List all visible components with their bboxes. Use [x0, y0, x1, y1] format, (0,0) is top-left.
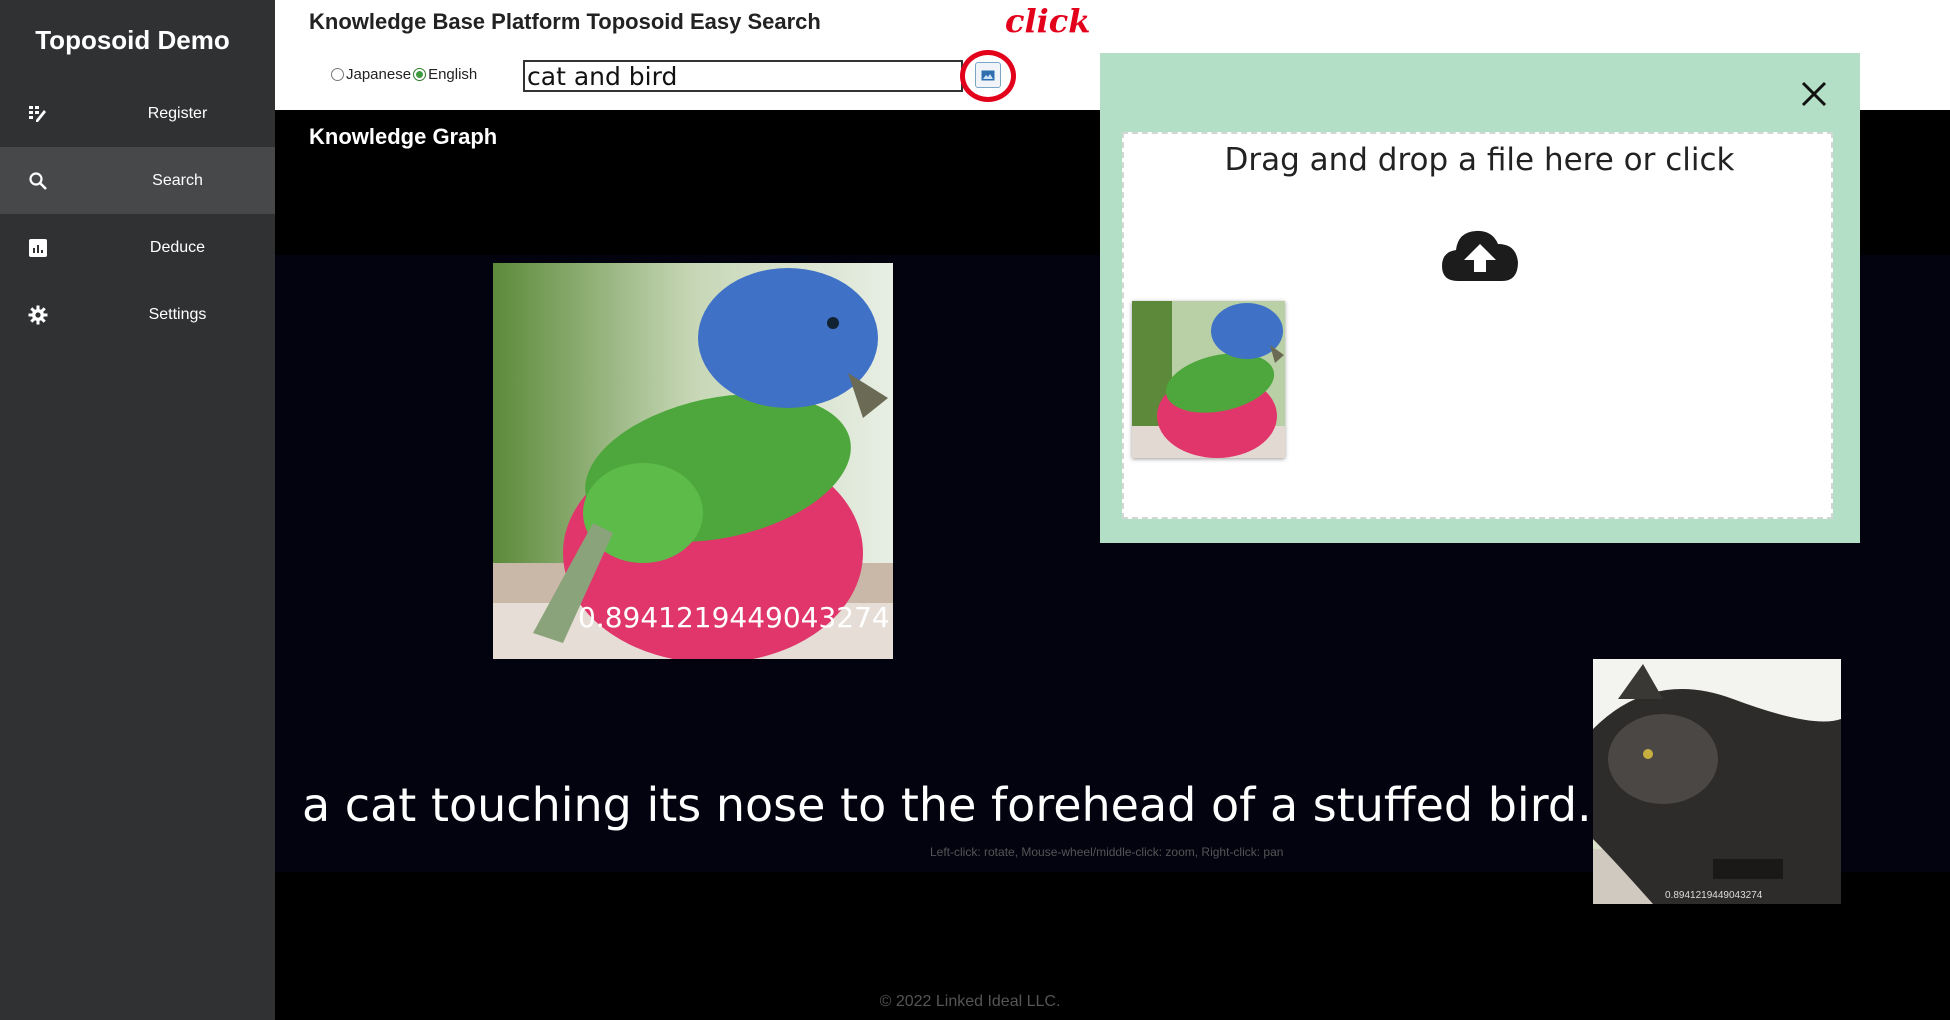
click-highlight-ring — [960, 50, 1016, 102]
page-title: Knowledge Base Platform Toposoid Easy Se… — [309, 9, 821, 34]
app-title: Toposoid Demo — [35, 24, 230, 55]
sidebar-item-label: Settings — [148, 305, 207, 323]
graph-title: Knowledge Graph — [309, 124, 498, 149]
sidebar-item-deduce[interactable]: Deduce — [0, 214, 275, 281]
graph-node-cat-image[interactable]: 0.8941219449043274 — [1593, 659, 1841, 904]
cat-image — [1593, 659, 1841, 904]
search-icon — [29, 171, 47, 190]
radio-japanese-label[interactable]: Japanese — [346, 66, 411, 83]
graph-controls-hint: Left-click: rotate, Mouse-wheel/middle-c… — [930, 845, 1284, 859]
file-dropzone[interactable]: Drag and drop a file here or click — [1122, 132, 1833, 519]
bar-chart-icon — [29, 238, 47, 257]
gear-icon — [28, 305, 48, 324]
stuffed-bird-thumbnail — [1132, 301, 1285, 458]
stuffed-bird-image — [493, 263, 893, 663]
sidebar-item-search[interactable]: Search — [0, 147, 275, 214]
click-annotation: click — [1005, 2, 1091, 40]
sidebar: Toposoid Demo Register Search Deduce Set… — [0, 0, 275, 1020]
dropzone-text: Drag and drop a file here or click — [1224, 142, 1735, 178]
uploaded-image-preview[interactable] — [1132, 301, 1285, 458]
radio-japanese[interactable] — [331, 68, 344, 81]
image-upload-modal: Drag and drop a file here or click — [1100, 53, 1860, 543]
radio-english-label[interactable]: English — [428, 66, 477, 83]
graph-caption: a cat touching its nose to the forehead … — [302, 778, 1592, 832]
sidebar-item-register[interactable]: Register — [0, 80, 275, 147]
search-input[interactable] — [523, 60, 963, 92]
footer-copyright: © 2022 Linked Ideal LLC. — [879, 993, 1061, 1010]
node-score-label: 0.8941219449043274 — [578, 601, 890, 634]
graph-node-bird-image[interactable]: 0.8941219449043274 — [493, 263, 893, 663]
cloud-upload-icon — [1442, 230, 1518, 281]
close-icon[interactable] — [1799, 79, 1829, 109]
sidebar-item-label: Register — [147, 104, 208, 122]
radio-english[interactable] — [413, 68, 427, 81]
sidebar-item-label: Deduce — [149, 238, 206, 256]
node-score-label: 0.8941219449043274 — [1665, 890, 1763, 901]
sidebar-item-settings[interactable]: Settings — [0, 281, 275, 348]
sidebar-item-label: Search — [152, 171, 203, 189]
grid-edit-icon — [29, 105, 46, 122]
language-radio-group: Japanese English — [331, 66, 477, 83]
